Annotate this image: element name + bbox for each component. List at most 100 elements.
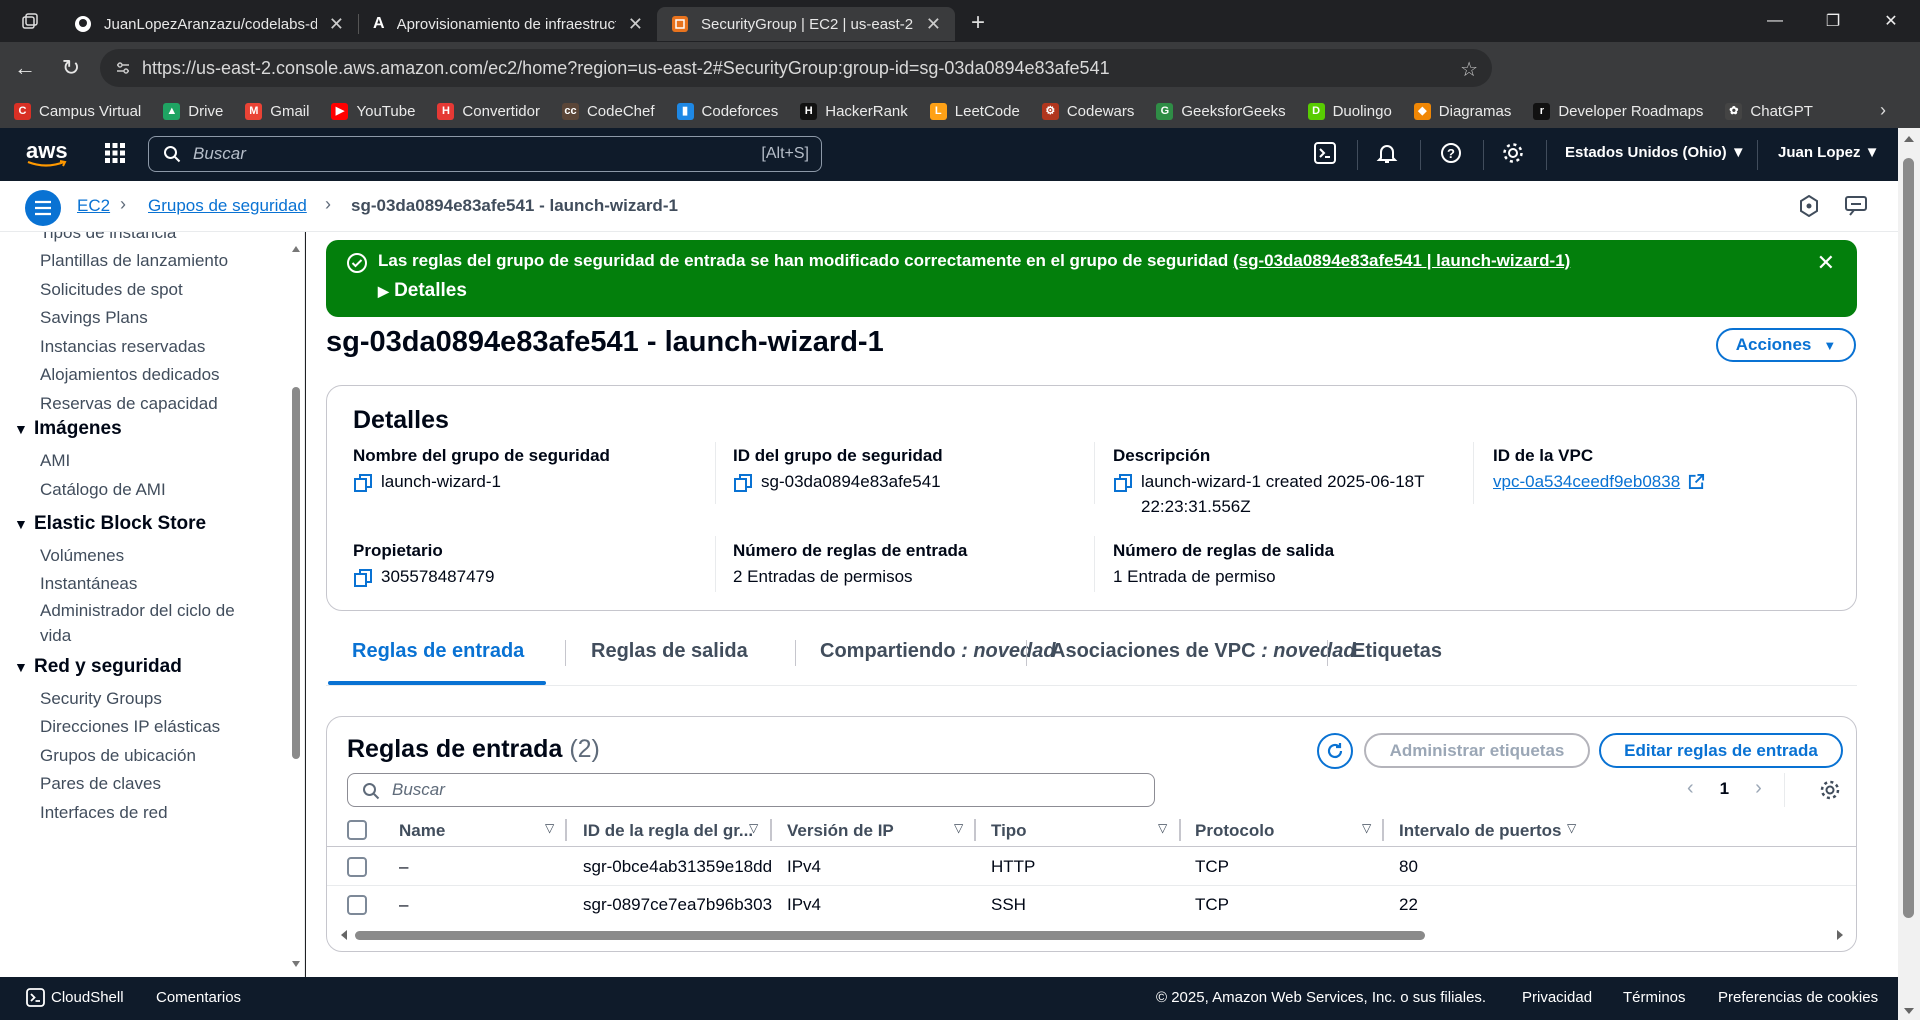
terms-link[interactable]: Términos — [1623, 989, 1686, 1006]
bookmark-item[interactable]: ✿ ChatGPT — [1725, 102, 1813, 120]
bookmark-item[interactable]: H HackerRank — [800, 102, 908, 120]
sidebar-section-header[interactable]: ▼ Red y seguridad — [14, 656, 182, 678]
sort-icon[interactable]: ▽ — [749, 821, 758, 835]
close-icon[interactable]: ✕ — [1817, 250, 1835, 276]
column-resizer[interactable] — [770, 819, 772, 841]
close-tab-icon[interactable]: ✕ — [926, 14, 941, 35]
sidebar-item[interactable]: Pares de claves — [40, 771, 260, 796]
sort-icon[interactable]: ▽ — [954, 821, 963, 835]
cloudshell-icon[interactable] — [1314, 142, 1336, 164]
column-header[interactable]: ID de la regla del gr... — [583, 821, 753, 841]
maximize-icon[interactable]: ❐ — [1804, 0, 1862, 42]
sidebar-item[interactable]: Interfaces de red — [40, 800, 260, 825]
sidebar-item[interactable]: Reservas de capacidad — [40, 391, 260, 416]
column-header[interactable]: Protocolo — [1195, 821, 1274, 841]
manage-tags-button[interactable]: Administrar etiquetas — [1364, 733, 1590, 768]
refresh-button[interactable] — [1317, 733, 1353, 769]
bookmark-item[interactable]: H Convertidor — [437, 102, 540, 120]
back-icon[interactable]: ← — [2, 55, 48, 81]
tab-inbound-rules[interactable]: Reglas de entrada — [352, 640, 524, 663]
close-window-icon[interactable]: ✕ — [1862, 0, 1920, 42]
sidebar-item[interactable]: Tipos de instancia — [40, 232, 260, 245]
sort-icon[interactable]: ▽ — [1158, 821, 1167, 835]
column-header[interactable]: Intervalo de puertos — [1399, 821, 1561, 841]
account-menu[interactable]: Juan Lopez ▼ — [1778, 144, 1880, 161]
bookmarks-overflow-chevron-icon[interactable]: › — [1880, 100, 1886, 121]
table-horizontal-scrollbar[interactable] — [339, 927, 1845, 943]
sidebar-item[interactable]: Plantillas de lanzamiento — [40, 248, 260, 273]
help-icon[interactable]: ? — [1440, 142, 1462, 164]
sidebar-item[interactable]: Volúmenes — [40, 543, 260, 568]
sidebar-scrollbar[interactable] — [289, 232, 303, 977]
tab-vpc-associations[interactable]: Asociaciones de VPC : novedad — [1051, 640, 1356, 663]
copy-icon[interactable] — [353, 568, 373, 588]
browser-tab-github[interactable]: JuanLopezAranzazu/codelabs-ds... ✕ — [60, 7, 358, 41]
select-all-checkbox[interactable] — [347, 820, 367, 840]
side-nav-toggle-button[interactable] — [25, 190, 61, 226]
bookmark-star-icon[interactable]: ☆ — [1460, 57, 1478, 82]
row-checkbox[interactable] — [347, 895, 367, 915]
bookmark-item[interactable]: M Gmail — [245, 102, 309, 120]
scrollbar-thumb[interactable] — [355, 931, 1425, 940]
sidebar-item[interactable]: Direcciones IP elásticas — [40, 714, 260, 739]
next-page-icon[interactable]: › — [1755, 777, 1762, 800]
table-preferences-icon[interactable] — [1819, 779, 1841, 801]
notifications-bell-icon[interactable] — [1376, 142, 1398, 164]
cloudshell-link[interactable]: CloudShell — [51, 989, 124, 1006]
row-checkbox[interactable] — [347, 857, 367, 877]
settings-gear-icon[interactable] — [1502, 142, 1524, 164]
edit-inbound-rules-button[interactable]: Editar reglas de entrada — [1599, 733, 1843, 768]
browser-tab-securitygroup[interactable]: SecurityGroup | EC2 | us-east-2 ✕ — [657, 7, 955, 41]
sidebar-item[interactable]: Instantáneas — [40, 571, 260, 596]
region-selector[interactable]: Estados Unidos (Ohio) ▼ — [1565, 144, 1746, 161]
reload-icon[interactable]: ↻ — [48, 55, 94, 81]
tab-sharing[interactable]: Compartiendo : novedad — [820, 640, 1056, 663]
bookmark-item[interactable]: G GeeksforGeeks — [1156, 102, 1286, 120]
sidebar-item[interactable]: Savings Plans — [40, 305, 260, 330]
page-number[interactable]: 1 — [1720, 779, 1729, 799]
aws-search-input[interactable]: Buscar [Alt+S] — [148, 136, 822, 172]
bookmark-item[interactable]: ▲ Drive — [163, 102, 223, 120]
tab-outbound-rules[interactable]: Reglas de salida — [591, 640, 748, 663]
close-tab-icon[interactable]: ✕ — [329, 14, 344, 35]
feedback-icon[interactable] — [1845, 195, 1867, 217]
browser-tab-provisioning[interactable]: A Aprovisionamiento de infraestruct ✕ — [359, 7, 657, 41]
services-grid-icon[interactable] — [104, 142, 126, 164]
sidebar-item[interactable]: Alojamientos dedicados — [40, 362, 260, 387]
sort-icon[interactable]: ▽ — [1567, 821, 1576, 835]
sidebar-item[interactable]: AMI — [40, 448, 260, 473]
sidebar-item[interactable]: Solicitudes de spot — [40, 277, 260, 302]
actions-button[interactable]: Acciones ▼ — [1716, 328, 1856, 362]
column-header[interactable]: Name — [399, 821, 445, 841]
privacy-link[interactable]: Privacidad — [1522, 989, 1592, 1006]
breadcrumb-ec2[interactable]: EC2 — [77, 196, 110, 216]
column-header[interactable]: Tipo — [991, 821, 1027, 841]
bookmark-item[interactable]: ◆ Diagramas — [1413, 102, 1511, 120]
column-resizer[interactable] — [974, 819, 976, 841]
column-resizer[interactable] — [565, 819, 567, 841]
bookmark-item[interactable]: cc CodeChef — [561, 102, 655, 120]
column-resizer[interactable] — [1179, 819, 1181, 841]
column-resizer[interactable] — [1382, 819, 1384, 841]
aws-logo[interactable]: aws — [26, 138, 68, 168]
tab-tags[interactable]: Etiquetas — [1352, 640, 1442, 663]
flash-sg-link[interactable]: (sg-03da0894e83afe541 | launch-wizard-1) — [1233, 251, 1570, 270]
table-row[interactable]: – sgr-0897ce7ea7b96b303 IPv4 SSH TCP 22 — [327, 886, 1856, 924]
sidebar-item[interactable]: Security Groups — [40, 686, 260, 711]
table-row[interactable]: – sgr-0bce4ab31359e18dd IPv4 HTTP TCP 80 — [327, 848, 1856, 886]
flash-details-toggle[interactable]: ▶ Detalles — [378, 280, 467, 302]
feedback-link[interactable]: Comentarios — [156, 989, 241, 1006]
sidebar-item[interactable]: Catálogo de AMI — [40, 477, 260, 502]
sidebar-item[interactable]: Instancias reservadas — [40, 334, 260, 359]
sidebar-item[interactable]: Grupos de ubicación — [40, 743, 260, 768]
bookmark-item[interactable]: D Duolingo — [1307, 102, 1392, 120]
cookie-preferences-link[interactable]: Preferencias de cookies — [1718, 989, 1878, 1006]
bookmark-item[interactable]: ⚙ Codewars — [1041, 102, 1134, 120]
url-field[interactable]: https://us-east-2.console.aws.amazon.com… — [100, 49, 1492, 87]
new-tab-icon[interactable]: + — [971, 9, 985, 37]
sidebar-section-header[interactable]: ▼ Imágenes — [14, 418, 122, 440]
bookmark-item[interactable]: L LeetCode — [929, 102, 1020, 120]
copy-icon[interactable] — [353, 473, 373, 493]
scrollbar-thumb[interactable] — [1903, 158, 1914, 918]
sidebar-item[interactable]: Administrador del ciclo de vida — [40, 598, 260, 648]
